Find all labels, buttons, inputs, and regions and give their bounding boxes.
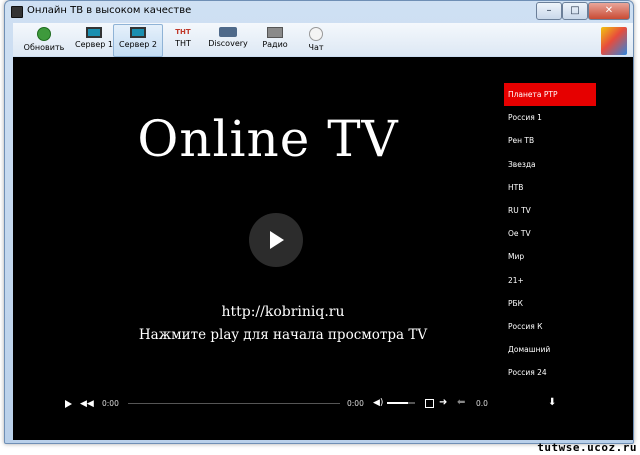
channel-item[interactable]: НТВ [504, 176, 596, 199]
channel-item[interactable]: Рен ТВ [504, 129, 596, 152]
online-tv-logo: Online TV [137, 110, 399, 168]
refresh-button[interactable]: Обновить [19, 24, 69, 57]
playback-rate: 0.0 [476, 399, 488, 408]
play-hint: Нажмите play для начала просмотра TV [138, 327, 428, 343]
close-button[interactable]: ✕ [588, 2, 630, 20]
window-title: Онлайн ТВ в высоком качестве [27, 5, 192, 16]
volume-level [387, 402, 408, 404]
back-arrow-icon[interactable]: ⬅ [457, 397, 465, 408]
discovery-button[interactable]: Discovery [203, 24, 253, 57]
minimize-button[interactable]: – [536, 2, 562, 20]
app-icon [11, 6, 23, 18]
watermark: tutwse.ucoz.ru [537, 441, 637, 454]
toolbar: Обновить Сервер 1 Сервер 2 ТНТ ТНТ Disco… [13, 23, 633, 57]
radio-icon [267, 27, 283, 38]
play-icon [270, 231, 284, 249]
video-player[interactable]: Online TV http://kobriniq.ru Нажмите pla… [13, 57, 633, 440]
channel-item[interactable]: Россия К [504, 315, 596, 338]
fullscreen-icon[interactable] [425, 399, 434, 408]
volume-icon[interactable]: ◀) [373, 398, 383, 408]
channel-item[interactable]: RU TV [504, 199, 596, 222]
user-avatar[interactable] [601, 27, 627, 55]
channel-item[interactable]: 21+ [504, 269, 596, 292]
maximize-button[interactable]: □ [562, 2, 588, 20]
server-2-button[interactable]: Сервер 2 [113, 24, 163, 57]
channel-item[interactable]: Oe TV [504, 222, 596, 245]
discovery-label: Discovery [208, 39, 248, 48]
monitor-icon [130, 27, 146, 38]
channel-list: Планета РТР Россия 1 Рен ТВ Звезда НТВ R… [504, 83, 596, 384]
volume-slider[interactable] [387, 402, 415, 404]
channel-item[interactable]: РБК [504, 292, 596, 315]
play-button[interactable] [249, 213, 303, 267]
refresh-icon [37, 27, 51, 41]
monitor-icon [86, 27, 102, 38]
channel-item[interactable]: Россия 24 [504, 361, 596, 384]
site-url: http://kobriniq.ru [221, 304, 345, 320]
rewind-icon[interactable]: ◀◀ [80, 399, 94, 409]
channel-item[interactable]: Планета РТР [504, 83, 596, 107]
seek-bar[interactable] [128, 403, 340, 404]
total-time: 0:00 [347, 399, 364, 408]
tnt-label: ТНТ [175, 39, 191, 48]
control-play-icon[interactable] [65, 400, 72, 408]
server-1-label: Сервер 1 [75, 40, 113, 49]
current-time: 0:00 [102, 399, 119, 408]
chat-icon [309, 27, 323, 41]
chat-label: Чат [308, 43, 324, 52]
tnt-button[interactable]: ТНТ ТНТ [158, 24, 208, 57]
download-icon[interactable]: ⬇ [548, 397, 556, 408]
channel-item[interactable]: Домашний [504, 338, 596, 361]
channel-item[interactable]: Звезда [504, 153, 596, 176]
tnt-icon: ТНТ [175, 28, 191, 36]
player-controls: ◀◀ 0:00 0:00 ◀) ➜ ⬅ 0.0 ⬇ [13, 395, 633, 415]
title-bar[interactable]: Онлайн ТВ в высоком качестве – □ ✕ [5, 1, 633, 23]
discovery-icon [219, 27, 237, 37]
channel-item[interactable]: Мир [504, 245, 596, 268]
server-2-label: Сервер 2 [119, 40, 157, 49]
app-window: Онлайн ТВ в высоком качестве – □ ✕ Обнов… [4, 0, 634, 444]
forward-arrow-icon[interactable]: ➜ [439, 397, 447, 408]
channel-item[interactable]: Россия 1 [504, 106, 596, 129]
chat-button[interactable]: Чат [291, 24, 341, 57]
refresh-label: Обновить [23, 43, 65, 52]
server-1-button[interactable]: Сервер 1 [69, 24, 119, 57]
